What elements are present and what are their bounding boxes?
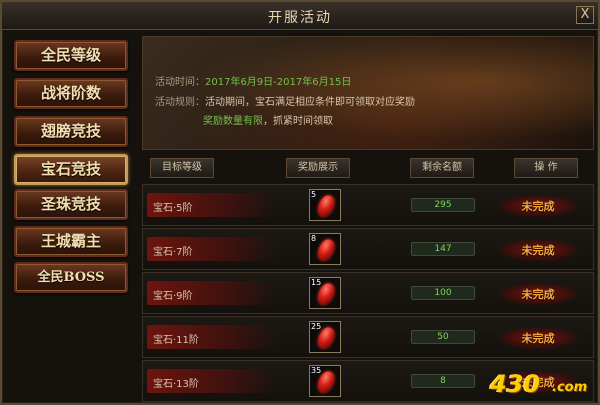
sidebar-item-label: 王城霸主 bbox=[40, 232, 101, 250]
reward-slot[interactable]: 5 bbox=[309, 189, 341, 221]
table-row: 宝石·5阶 5 295 未完成 bbox=[142, 184, 594, 226]
window-title: 开服活动 bbox=[268, 10, 332, 26]
sidebar-item-label: 全民等级 bbox=[40, 46, 101, 64]
row-target: 宝石·9阶 bbox=[153, 291, 193, 302]
header-reward-display: 奖励展示 bbox=[286, 158, 350, 178]
watermark-number: 430 bbox=[490, 370, 541, 398]
header-action: 操 作 bbox=[514, 158, 578, 178]
reward-table-header: 目标等级 奖励展示 剩余名额 操 作 bbox=[142, 154, 594, 182]
watermark-domain: .com bbox=[552, 380, 588, 395]
status-button[interactable]: 未完成 bbox=[499, 242, 577, 258]
reward-slot[interactable]: 8 bbox=[309, 233, 341, 265]
rule-value: 活动期间，宝石满足相应条件即可领取对应奖励 bbox=[205, 97, 415, 108]
close-button[interactable]: X bbox=[576, 6, 594, 24]
limit-rest: ，抓紧时间领取 bbox=[263, 116, 333, 127]
remaining-count: 50 bbox=[411, 330, 475, 344]
sidebar-item-all-boss[interactable]: 全民BOSS bbox=[14, 262, 128, 293]
sidebar-item-label: 圣珠竞技 bbox=[40, 195, 101, 213]
row-target: 宝石·7阶 bbox=[153, 247, 193, 258]
title-bar: 开服活动 X bbox=[2, 2, 598, 30]
row-target: 宝石·11阶 bbox=[153, 335, 199, 346]
red-gem-icon bbox=[315, 237, 337, 263]
row-target: 宝石·5阶 bbox=[153, 203, 193, 214]
sidebar-item-label: 战将阶数 bbox=[40, 84, 101, 102]
sidebar-item-wing-contest[interactable]: 翅膀竞技 bbox=[14, 116, 128, 147]
reward-slot[interactable]: 25 bbox=[309, 321, 341, 353]
remaining-count: 100 bbox=[411, 286, 475, 300]
reward-slot[interactable]: 35 bbox=[309, 365, 341, 397]
reward-count: 35 bbox=[311, 366, 322, 375]
limit-value: 奖励数量有限 bbox=[203, 116, 263, 127]
activity-window: 开服活动 X 全民等级 战将阶数 翅膀竞技 宝石竞技 圣珠竞技 王城霸主 全民B… bbox=[0, 0, 600, 405]
sidebar-item-general-rank[interactable]: 战将阶数 bbox=[14, 78, 128, 109]
table-row: 宝石·11阶 25 50 未完成 bbox=[142, 316, 594, 358]
sidebar-item-gem-contest[interactable]: 宝石竞技 bbox=[14, 154, 128, 185]
sidebar-item-pearl-contest[interactable]: 圣珠竞技 bbox=[14, 189, 128, 220]
activity-limit-note: 奖励数量有限，抓紧时间领取 bbox=[203, 112, 333, 127]
time-value: 2017年6月9日-2017年6月15日 bbox=[205, 77, 352, 88]
sidebar-item-castle-lord[interactable]: 王城霸主 bbox=[14, 226, 128, 257]
remaining-count: 295 bbox=[411, 198, 475, 212]
remaining-count: 147 bbox=[411, 242, 475, 256]
red-gem-icon bbox=[315, 193, 337, 219]
activity-time: 活动时间：2017年6月9日-2017年6月15日 bbox=[155, 73, 351, 88]
site-watermark-logo: 430 .com bbox=[490, 370, 598, 400]
header-target-level: 目标等级 bbox=[150, 158, 214, 178]
reward-count: 15 bbox=[311, 278, 322, 287]
rule-label: 活动规则： bbox=[155, 97, 205, 108]
sidebar-item-label: 翅膀竞技 bbox=[40, 122, 101, 140]
reward-count: 5 bbox=[311, 190, 317, 199]
activity-banner: 活动时间：2017年6月9日-2017年6月15日 活动规则：活动期间，宝石满足… bbox=[142, 36, 594, 150]
status-button[interactable]: 未完成 bbox=[499, 286, 577, 302]
remaining-count: 8 bbox=[411, 374, 475, 388]
close-icon: X bbox=[580, 7, 590, 22]
status-button[interactable]: 未完成 bbox=[499, 330, 577, 346]
activity-rule: 活动规则：活动期间，宝石满足相应条件即可领取对应奖励 bbox=[155, 93, 415, 108]
reward-count: 8 bbox=[311, 234, 317, 243]
sidebar-item-label: 宝石竞技 bbox=[40, 160, 101, 178]
status-button[interactable]: 未完成 bbox=[499, 198, 577, 214]
row-target: 宝石·13阶 bbox=[153, 379, 199, 390]
reward-slot[interactable]: 15 bbox=[309, 277, 341, 309]
reward-count: 25 bbox=[311, 322, 322, 331]
sidebar-item-all-level[interactable]: 全民等级 bbox=[14, 40, 128, 71]
sidebar-item-label: 全民BOSS bbox=[37, 270, 105, 285]
header-remaining: 剩余名额 bbox=[410, 158, 474, 178]
time-label: 活动时间： bbox=[155, 77, 205, 88]
table-row: 宝石·7阶 8 147 未完成 bbox=[142, 228, 594, 270]
table-row: 宝石·9阶 15 100 未完成 bbox=[142, 272, 594, 314]
sidebar: 全民等级 战将阶数 翅膀竞技 宝石竞技 圣珠竞技 王城霸主 全民BOSS bbox=[8, 36, 136, 402]
